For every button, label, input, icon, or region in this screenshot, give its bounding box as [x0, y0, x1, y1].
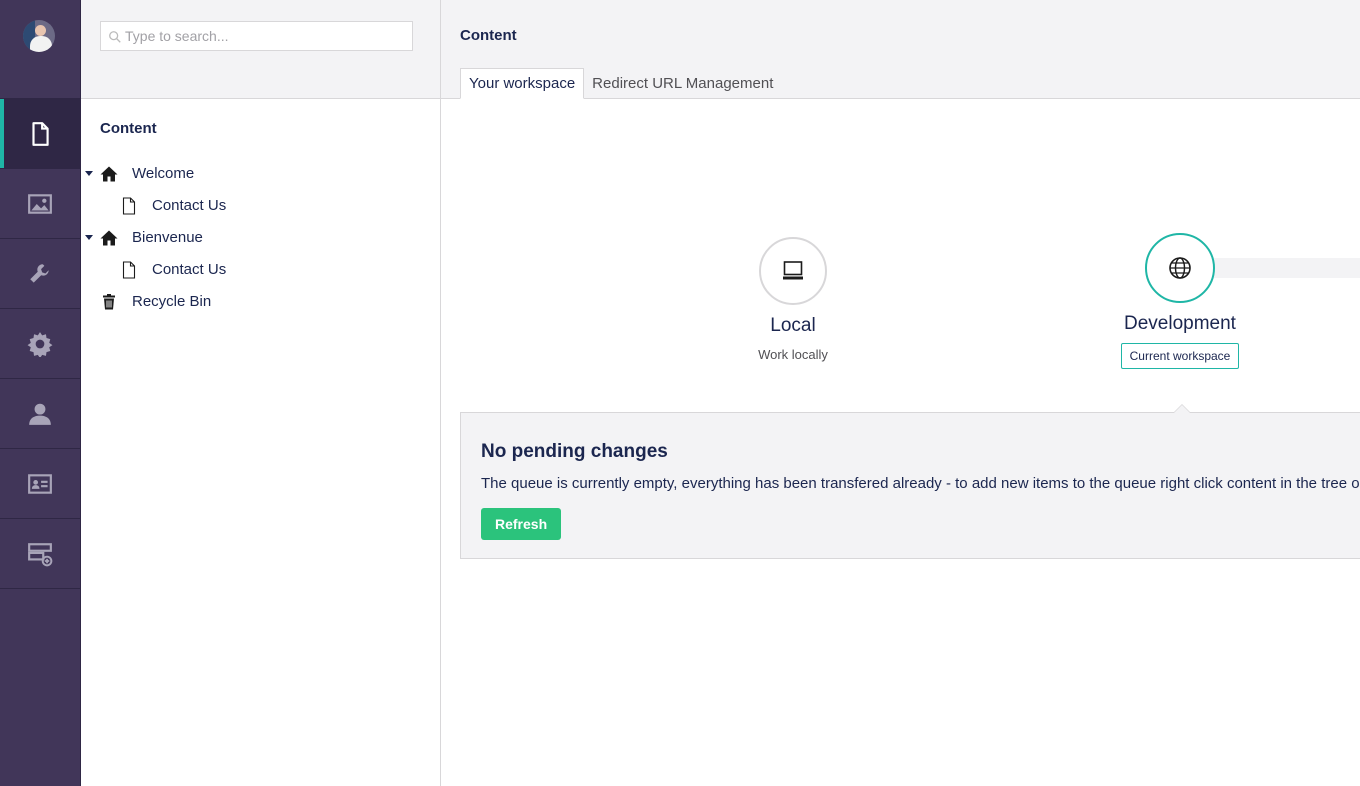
trash-icon: [103, 294, 115, 310]
tab-redirect-url-management[interactable]: Redirect URL Management: [584, 68, 781, 98]
tree-node-label: Welcome: [132, 165, 195, 182]
content-tree-panel: Content Welcome Contact Us Bienvenue Con…: [81, 0, 441, 786]
tree-node-label: Bienvenue: [132, 229, 203, 246]
tab-your-workspace[interactable]: Your workspace: [460, 68, 585, 99]
search-icon: [109, 31, 121, 43]
id-card-icon: [28, 473, 52, 494]
wrench-icon: [30, 263, 49, 283]
globe-icon: [1169, 257, 1191, 279]
section-content[interactable]: [0, 98, 80, 169]
pending-changes-panel: No pending changes The queue is currentl…: [460, 404, 1360, 559]
panel-title: No pending changes: [481, 441, 668, 462]
app-rail: [0, 0, 81, 786]
caret-down-icon[interactable]: [85, 235, 93, 240]
main-header: Content Your workspace Redirect URL Mana…: [441, 0, 1360, 99]
tree-list: Welcome Contact Us Bienvenue Contact Us …: [81, 158, 440, 318]
document-icon: [122, 261, 136, 279]
workspace-name: Local: [770, 315, 816, 336]
section-nav: [0, 98, 80, 589]
image-icon: [28, 193, 52, 214]
panel-message: The queue is currently empty, everything…: [481, 475, 1360, 492]
workspace-local-circle: [759, 237, 827, 305]
tree-node-label: Contact Us: [152, 197, 227, 214]
gear-icon: [27, 331, 53, 357]
section-settings[interactable]: [0, 239, 80, 309]
tree-header: [81, 0, 440, 99]
document-icon: [122, 197, 136, 215]
section-developer[interactable]: [0, 309, 80, 379]
tree-node-label: Contact Us: [152, 261, 227, 278]
current-workspace-badge: Current workspace: [1120, 343, 1240, 369]
search-box[interactable]: [100, 21, 413, 51]
tree-node-recycle-bin[interactable]: Recycle Bin: [81, 286, 440, 318]
section-users[interactable]: [0, 379, 80, 449]
search-input[interactable]: [125, 22, 405, 50]
avatar[interactable]: [23, 20, 55, 52]
home-icon: [100, 230, 118, 246]
workspace-name: Development: [1124, 313, 1236, 334]
server-add-icon: [28, 542, 53, 566]
page-title: Content: [460, 27, 517, 44]
caret-down-icon[interactable]: [85, 171, 93, 176]
tree-node-label: Recycle Bin: [132, 293, 212, 310]
tree-title: Content: [100, 120, 157, 137]
section-members[interactable]: [0, 449, 80, 519]
tree-node-contact-us[interactable]: Contact Us: [81, 190, 440, 222]
workspace-development-circle: [1145, 233, 1215, 303]
section-media[interactable]: [0, 169, 80, 239]
tree-node-welcome[interactable]: Welcome: [81, 158, 440, 190]
tree-node-contact-us[interactable]: Contact Us: [81, 254, 440, 286]
workspace-development: Development Current workspace: [1110, 233, 1250, 369]
section-deploy[interactable]: [0, 519, 80, 589]
user-icon: [29, 403, 51, 425]
tab-bar: Your workspace Redirect URL Management: [460, 68, 781, 99]
workspace-local: Local Work locally: [723, 237, 863, 362]
workspace-subtitle: Work locally: [758, 347, 828, 362]
home-icon: [100, 166, 118, 182]
refresh-button[interactable]: Refresh: [481, 508, 562, 540]
laptop-icon: [783, 261, 803, 280]
main-panel: Content Your workspace Redirect URL Mana…: [441, 0, 1360, 786]
document-icon: [32, 121, 49, 146]
tree-node-bienvenue[interactable]: Bienvenue: [81, 222, 440, 254]
